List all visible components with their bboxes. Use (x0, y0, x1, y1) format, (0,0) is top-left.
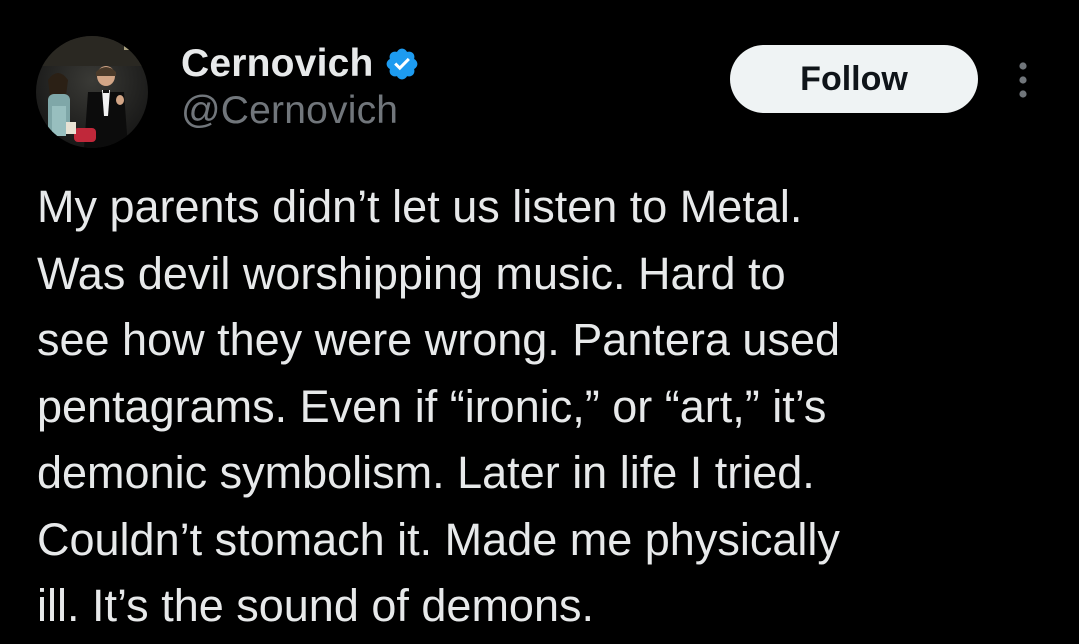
follow-button[interactable]: Follow (730, 45, 978, 113)
tweet-text-line: demonic symbolism. Later in life I tried… (37, 447, 815, 498)
tweet-text-line: Couldn’t stomach it. Made me physically (37, 513, 840, 565)
author-name-row: Cernovich (181, 38, 420, 90)
avatar[interactable] (36, 36, 148, 148)
tweet-text-line: pentagrams. Even if “ironic,” or “art,” … (37, 380, 827, 432)
tweet-text-line: ill. It’s the sound of demons. (37, 580, 594, 631)
tweet-text: My parents didn’t let us listen to Metal… (37, 174, 1057, 640)
more-options-icon[interactable] (1008, 58, 1038, 102)
avatar-photo (36, 36, 148, 148)
author-name[interactable]: Cernovich (181, 42, 374, 86)
author-handle[interactable]: @Cernovich (181, 89, 398, 133)
tweet-text-line: Was devil worshipping music. Hard to (37, 247, 786, 299)
tweet-text-line: My parents didn’t let us listen to Metal… (37, 181, 803, 232)
tweet-card: Cernovich @Cernovich Follow My parents d… (0, 0, 1079, 644)
verified-badge-icon[interactable] (384, 46, 420, 82)
tweet-text-line: see how they were wrong. Pantera used (37, 314, 840, 365)
